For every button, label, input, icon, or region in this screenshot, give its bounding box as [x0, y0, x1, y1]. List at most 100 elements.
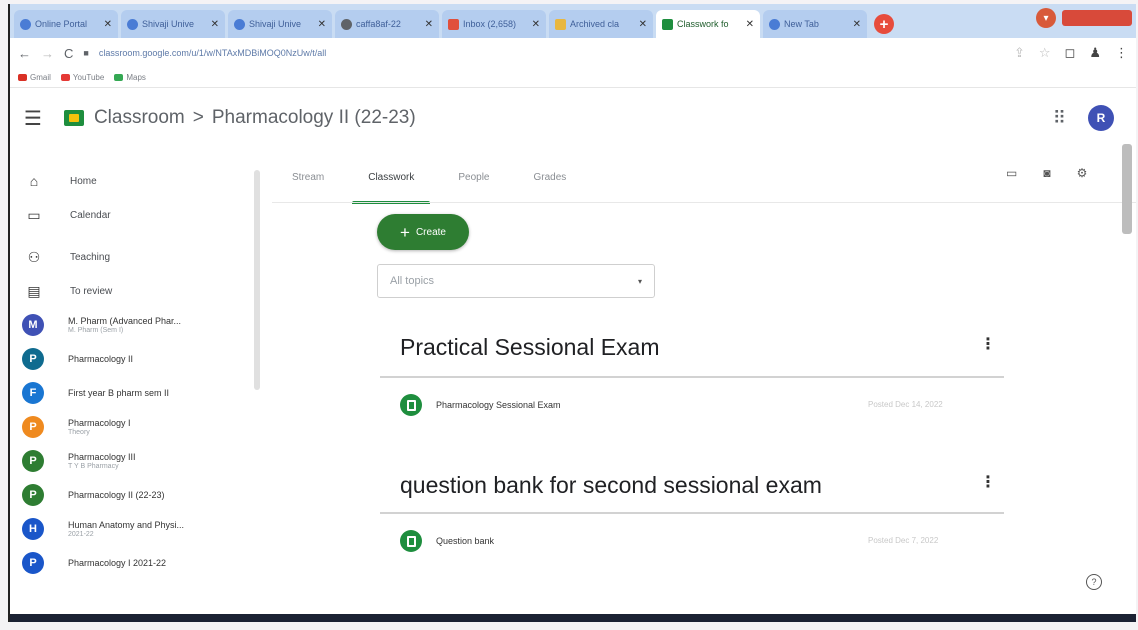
sidebar-class-item[interactable]: P Pharmacology II (22-23)	[10, 478, 262, 512]
back-arrow-icon[interactable]: ←	[18, 46, 31, 61]
assignment-item[interactable]: Pharmacology Sessional Exam	[400, 394, 561, 416]
close-tab-icon[interactable]: ✕	[746, 19, 754, 30]
app-header: ☰ Classroom > Pharmacology II (22-23) ⠿ …	[10, 89, 1136, 147]
browser-tab-active[interactable]: Classwork fo ✕	[656, 10, 760, 38]
browser-tab[interactable]: caffa8af-22 ✕	[335, 10, 439, 38]
chevron-down-icon[interactable]: ▾	[1036, 8, 1056, 28]
calendar-icon[interactable]: ▭	[1006, 166, 1017, 180]
more-vert-icon[interactable]: ⋮	[980, 472, 996, 492]
sidebar-item-teaching[interactable]: ▾⚇Teaching	[10, 240, 262, 274]
classroom-logo	[63, 110, 84, 126]
topics-filter-select[interactable]: All topics ▾	[377, 264, 655, 298]
page-scrollbar[interactable]	[1122, 144, 1132, 234]
hamburger-menu-icon[interactable]: ☰	[24, 106, 42, 131]
settings-gear-icon[interactable]: ⚙	[1077, 166, 1088, 180]
close-tab-icon[interactable]: ✕	[532, 19, 540, 30]
close-tab-icon[interactable]: ✕	[318, 19, 326, 30]
favicon-icon	[20, 18, 31, 30]
browser-tab[interactable]: Inbox (2,658) ✕	[442, 10, 546, 38]
class-title[interactable]: Pharmacology II (22-23)	[212, 107, 416, 129]
more-vert-icon[interactable]: ⋮	[980, 334, 996, 354]
help-icon[interactable]: ?	[1086, 574, 1102, 590]
lock-icon: ■	[83, 48, 89, 58]
browser-tab[interactable]: Archived cla ✕	[549, 10, 653, 38]
class-avatar: M	[22, 314, 44, 336]
class-avatar: P	[22, 416, 44, 438]
sidebar-class-item[interactable]: H Human Anatomy and Physi... 2021-22	[10, 512, 262, 546]
sidebar: ⌂Home ▭Calendar ▾⚇Teaching ▤To review MM…	[10, 164, 262, 622]
topic-divider	[380, 512, 1004, 514]
sidebar-class-item[interactable]: P Pharmacology II	[10, 342, 262, 376]
header-tools: ▭ ◙ ⚙	[1006, 166, 1087, 180]
sidebar-class-item[interactable]: F First year B pharm sem II	[10, 376, 262, 410]
breadcrumb-separator: >	[192, 107, 204, 128]
create-button[interactable]: + Create	[377, 214, 469, 250]
browser-tab[interactable]: Shivaji Unive ✕	[121, 10, 225, 38]
tab-grades[interactable]: Grades	[530, 164, 571, 198]
bookmark-gmail[interactable]: Gmail	[18, 73, 51, 82]
avatar[interactable]: R	[1088, 105, 1114, 131]
browser-tab[interactable]: Shivaji Unive ✕	[228, 10, 332, 38]
bookmark-maps[interactable]: Maps	[114, 73, 146, 82]
address-bar[interactable]: classroom.google.com/u/1/w/NTAxMDBiMOQ0N…	[99, 48, 1004, 58]
tab-classwork[interactable]: Classwork	[352, 164, 431, 204]
sidebar-scrollbar[interactable]	[254, 170, 260, 390]
youtube-icon	[60, 74, 70, 81]
tab-stream[interactable]: Stream	[288, 164, 328, 198]
sidebar-item-home[interactable]: ⌂ Home	[10, 164, 262, 198]
topic-title[interactable]: question bank for second sessional exam	[400, 472, 822, 499]
forward-arrow-icon[interactable]: →	[41, 46, 54, 61]
class-tabs: Stream Classwork People Grades	[288, 164, 571, 204]
sidebar-item-to-review[interactable]: ▤ To review	[10, 274, 262, 308]
star-icon[interactable]: ☆	[1039, 45, 1051, 61]
taskbar	[10, 614, 1136, 622]
browser-tab-strip: Online Portal ✕ Shivaji Unive ✕ Shivaji Un…	[10, 4, 1136, 38]
drive-folder-icon[interactable]: ◙	[1043, 166, 1050, 180]
apps-grid-icon[interactable]: ⠿	[1053, 108, 1066, 129]
close-tab-icon[interactable]: ✕	[425, 19, 433, 30]
sidepanel-icon[interactable]: ◻	[1065, 45, 1076, 61]
tabs-divider	[272, 202, 1136, 203]
tab-people[interactable]: People	[454, 164, 493, 198]
assignment-item[interactable]: Question bank	[400, 530, 494, 552]
favicon-icon	[234, 18, 245, 30]
people-icon: ⚇	[27, 248, 41, 265]
review-folder-icon: ▤	[27, 282, 41, 299]
posted-date: Posted Dec 7, 2022	[868, 536, 939, 545]
class-avatar: F	[22, 382, 44, 404]
close-tab-icon[interactable]: ✕	[104, 19, 112, 30]
extension-icon[interactable]: ♟	[1089, 45, 1101, 61]
close-tab-icon[interactable]: ✕	[853, 19, 861, 30]
close-tab-icon[interactable]: ✕	[211, 19, 219, 30]
caret-down-icon[interactable]: ▾	[10, 253, 11, 262]
menu-icon[interactable]: ⋮	[1115, 45, 1128, 61]
favicon-icon	[769, 18, 780, 30]
bookmark-youtube[interactable]: YouTube	[60, 73, 104, 82]
favicon-icon	[341, 18, 352, 30]
window-buttons[interactable]	[1062, 10, 1132, 26]
calendar-icon: ▭	[27, 206, 41, 223]
posted-date: Posted Dec 14, 2022	[868, 400, 943, 409]
bookmarks-bar: Gmail YouTube Maps	[10, 68, 1136, 88]
sidebar-class-item[interactable]: P Pharmacology I 2021-22	[10, 546, 262, 580]
new-tab-button[interactable]: +	[874, 14, 894, 34]
browser-tab[interactable]: New Tab ✕	[763, 10, 867, 38]
assignment-icon	[400, 394, 422, 416]
class-avatar: H	[22, 518, 44, 540]
share-icon[interactable]: ⇪	[1014, 45, 1025, 61]
app-title[interactable]: Classroom	[94, 107, 185, 129]
classroom-favicon-icon	[662, 18, 673, 30]
sidebar-class-item[interactable]: P Pharmacology III T Y B Pharmacy	[10, 444, 262, 478]
topic-title[interactable]: Practical Sessional Exam	[400, 334, 660, 361]
close-tab-icon[interactable]: ✕	[639, 19, 647, 30]
home-icon: ⌂	[29, 173, 39, 189]
browser-window: Online Portal ✕ Shivaji Unive ✕ Shivaji Un…	[8, 4, 1136, 622]
class-avatar: P	[22, 552, 44, 574]
maps-icon	[114, 74, 124, 81]
topic-divider	[380, 376, 1004, 378]
sidebar-class-item[interactable]: P Pharmacology I Theory	[10, 410, 262, 444]
browser-tab[interactable]: Online Portal ✕	[14, 10, 118, 38]
reload-icon[interactable]: C	[64, 46, 73, 61]
sidebar-item-calendar[interactable]: ▭ Calendar	[10, 198, 262, 232]
sidebar-class-item[interactable]: M M. Pharm (Advanced Phar... M. Pharm (Sem…	[10, 308, 262, 342]
